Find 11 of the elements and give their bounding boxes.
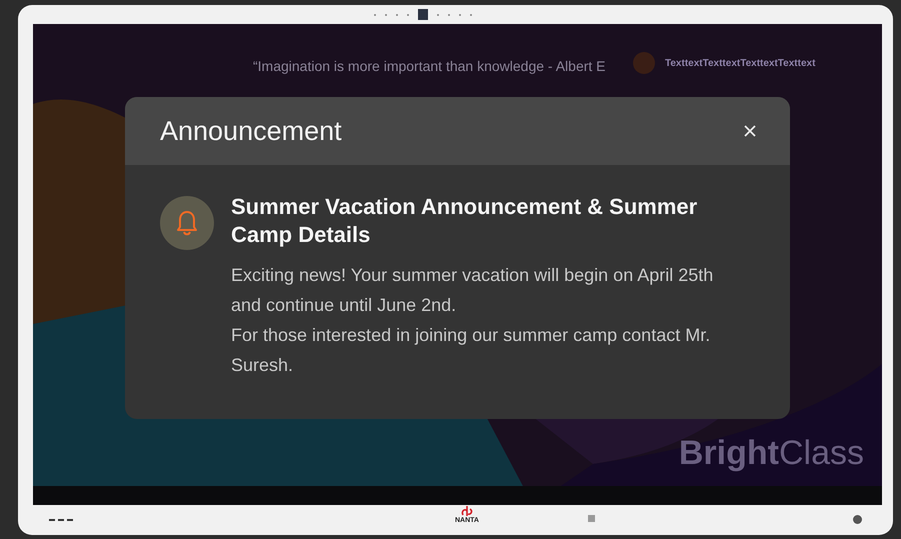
bell-icon: [160, 196, 214, 250]
announcement-heading: Summer Vacation Announcement & Summer Camp Details: [231, 193, 698, 249]
notification-title: TexttextTexttextTexttextTexttext: [665, 58, 816, 68]
announcement-text: For those interested in joining our summer camp contact Mr. Suresh.: [231, 324, 712, 377]
announcement-text: Exciting news! Your summer vacation will begin on April 25th and continue until June 2nd.: [231, 264, 714, 317]
menu-dashes-icon[interactable]: [49, 519, 73, 521]
power-button-icon[interactable]: [853, 515, 862, 524]
brand-logo-text: BrightClass: [678, 434, 864, 473]
camera-dots-icon: [374, 9, 472, 20]
dialog-title: Announcement: [160, 116, 342, 146]
quote-text: “Imagination is more important than knowledge - Albert E: [253, 58, 606, 74]
